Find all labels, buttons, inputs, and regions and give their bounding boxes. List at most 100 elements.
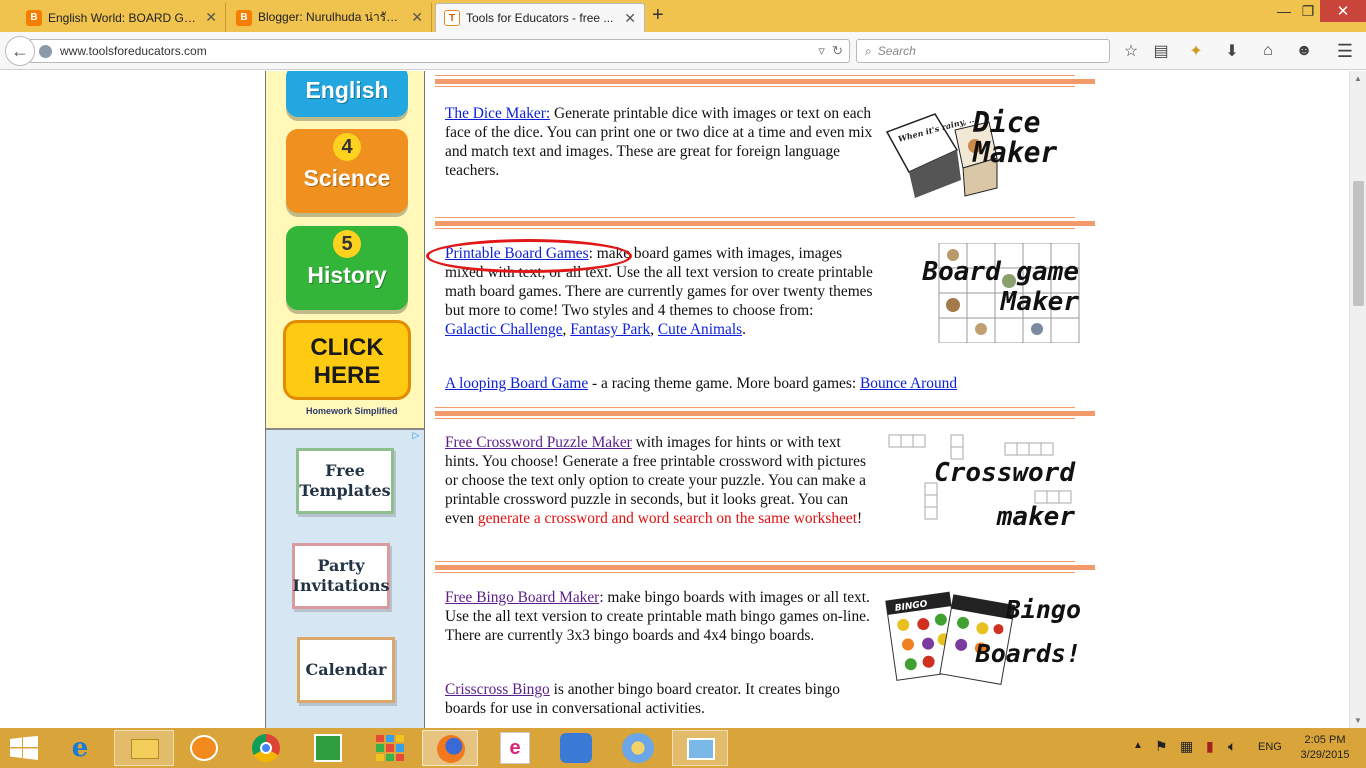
tab-blogger[interactable]: B Blogger: Nurulhuda น่ารักก... ✕ bbox=[228, 3, 432, 32]
templates-ad[interactable]: ▷ Free Templates Party Invitations Calen… bbox=[266, 428, 424, 728]
tab-title: Tools for Educators - free ... bbox=[466, 11, 614, 25]
history-button[interactable]: 5 History bbox=[286, 226, 408, 310]
smart-app-icon[interactable]: e bbox=[500, 732, 530, 764]
clock[interactable]: 2:05 PM 3/29/2015 bbox=[1296, 733, 1354, 763]
section-divider bbox=[435, 561, 1095, 573]
science-button[interactable]: 4 Science bbox=[286, 129, 408, 213]
page-scrollbar[interactable]: ▲ ▼ bbox=[1349, 71, 1366, 728]
clock-date: 3/29/2015 bbox=[1300, 749, 1350, 761]
subject-number: 4 bbox=[333, 133, 361, 161]
crossword-maker-art-title: Crossword maker bbox=[934, 458, 1075, 532]
section-divider bbox=[435, 407, 1095, 419]
section-divider bbox=[435, 75, 1095, 87]
bingo-board-maker-link[interactable]: Free Bingo Board Maker bbox=[445, 589, 599, 606]
network-icon[interactable]: ▦ bbox=[1180, 738, 1193, 755]
subject-number: 5 bbox=[333, 230, 361, 258]
home-icon[interactable]: ⌂ bbox=[1258, 41, 1278, 61]
nav-bar: www.toolsforeducators.com ▿ ↻ ← ⌕ Search… bbox=[0, 32, 1366, 70]
reload-icon[interactable]: ▿ ↻ bbox=[818, 43, 843, 59]
tab-tools-for-educators[interactable]: T Tools for Educators - free ... ✕ bbox=[435, 3, 645, 32]
galactic-challenge-link[interactable]: Galactic Challenge bbox=[445, 321, 563, 338]
language-indicator[interactable]: ENG bbox=[1258, 741, 1282, 753]
menu-icon[interactable]: ☰ bbox=[1335, 41, 1355, 61]
clock-time: 2:05 PM bbox=[1304, 734, 1346, 746]
start-button[interactable] bbox=[10, 736, 38, 760]
cute-animals-link[interactable]: Cute Animals bbox=[658, 321, 742, 338]
crisscross-bingo-link[interactable]: Crisscross Bingo bbox=[445, 681, 550, 698]
crossword-maker-image[interactable]: Crossword maker bbox=[885, 433, 1081, 533]
tab-title: Blogger: Nurulhuda น่ารักก... bbox=[258, 10, 406, 24]
url-text: www.toolsforeducators.com bbox=[60, 44, 207, 58]
web-page: English 4 Science 5 History CLICK HERE H… bbox=[0, 71, 1366, 728]
apps-grid-icon[interactable] bbox=[376, 735, 404, 761]
looping-board-game-link[interactable]: A looping Board Game bbox=[445, 375, 588, 392]
search-input[interactable]: ⌕ Search bbox=[856, 39, 1110, 63]
back-button[interactable]: ← bbox=[5, 36, 35, 66]
tab-title: English World: BOARD GA... bbox=[48, 10, 200, 25]
flag-icon[interactable]: ⚑ bbox=[1155, 738, 1168, 755]
bookmark-star-icon[interactable]: ☆ bbox=[1121, 41, 1141, 61]
new-tab-button[interactable]: + bbox=[652, 5, 664, 25]
crossword-maker-link[interactable]: Free Crossword Puzzle Maker bbox=[445, 434, 632, 451]
bingo-boards-art-title: Bingo Boards! bbox=[975, 595, 1081, 668]
scroll-up-icon[interactable]: ▲ bbox=[1354, 74, 1362, 83]
close-tab-icon[interactable]: ✕ bbox=[624, 10, 636, 27]
reading-list-icon[interactable]: ▤ bbox=[1151, 41, 1171, 61]
paint-bubble-icon[interactable] bbox=[190, 735, 218, 761]
blogger-icon: B bbox=[26, 9, 42, 26]
windows-taskbar: e e ▲ ⚑ ▦ ▮ 🔈︎ ENG 2:05 PM 3/29/2015 bbox=[0, 728, 1366, 768]
dice-maker-link[interactable]: The Dice Maker: bbox=[445, 105, 550, 122]
looping-board-game-line: A looping Board Game - a racing theme ga… bbox=[445, 374, 1085, 393]
paint-brush-icon[interactable] bbox=[622, 733, 654, 763]
firefox-icon[interactable] bbox=[422, 730, 478, 766]
store-icon[interactable] bbox=[314, 734, 342, 762]
extension-icon[interactable]: ✦ bbox=[1186, 41, 1206, 61]
photo-viewer-icon[interactable] bbox=[672, 730, 728, 766]
chat-icon[interactable]: ☻ bbox=[1294, 41, 1314, 61]
english-button[interactable]: English bbox=[286, 71, 408, 117]
party-invitations-button[interactable]: Party Invitations bbox=[292, 543, 390, 609]
battery-icon[interactable]: ▮ bbox=[1206, 738, 1214, 755]
file-explorer-icon[interactable] bbox=[114, 730, 174, 766]
dice-maker-image[interactable]: When it's rainy, ... Dice Maker bbox=[885, 104, 1081, 204]
volume-icon[interactable]: 🔈︎ bbox=[1228, 738, 1236, 755]
bounce-around-link[interactable]: Bounce Around bbox=[860, 375, 957, 392]
ad-choices-icon[interactable]: ▷ bbox=[410, 430, 422, 442]
show-hidden-icons[interactable]: ▲ bbox=[1133, 740, 1143, 751]
fantasy-park-link[interactable]: Fantasy Park bbox=[570, 321, 650, 338]
close-window-button[interactable]: ✕ bbox=[1320, 0, 1366, 22]
subject-label: Science bbox=[303, 165, 391, 191]
windows-logo-icon bbox=[10, 736, 38, 760]
left-ad-column: English 4 Science 5 History CLICK HERE H… bbox=[265, 71, 425, 728]
homework-ad[interactable]: English 4 Science 5 History CLICK HERE H… bbox=[266, 71, 424, 428]
scrollbar-thumb[interactable] bbox=[1353, 181, 1364, 306]
calendar-button[interactable]: Calendar bbox=[297, 637, 395, 703]
looping-description: - a racing theme game. More board games: bbox=[588, 375, 860, 392]
internet-explorer-icon[interactable]: e bbox=[64, 734, 96, 762]
url-bar[interactable]: www.toolsforeducators.com ▿ ↻ bbox=[30, 39, 850, 63]
homework-simplified-logo: Homework Simplified bbox=[306, 406, 398, 416]
download-icon[interactable]: ⬇ bbox=[1222, 41, 1242, 61]
dice-maker-art-title: Dice Maker bbox=[973, 106, 1058, 169]
paint-icon[interactable] bbox=[560, 733, 592, 763]
minimize-button[interactable]: — bbox=[1272, 0, 1296, 22]
click-here-button[interactable]: CLICK HERE bbox=[283, 320, 411, 400]
chrome-icon[interactable] bbox=[252, 734, 280, 762]
subject-label: English bbox=[305, 77, 389, 103]
free-templates-button[interactable]: Free Templates bbox=[296, 448, 394, 514]
highlight-circle bbox=[426, 239, 632, 273]
crossword-wordsearch-note: generate a crossword and word search on … bbox=[477, 510, 857, 527]
close-tab-icon[interactable]: ✕ bbox=[411, 9, 423, 26]
blogger-icon: B bbox=[236, 9, 252, 26]
bingo-boards-image[interactable]: BINGO Bingo Boards! bbox=[885, 586, 1081, 686]
restore-button[interactable]: ❐ bbox=[1296, 0, 1320, 22]
scroll-down-icon[interactable]: ▼ bbox=[1354, 716, 1362, 725]
crossword-end: ! bbox=[856, 510, 863, 527]
close-tab-icon[interactable]: ✕ bbox=[205, 9, 217, 26]
crossword-section: Free Crossword Puzzle Maker with images … bbox=[445, 433, 875, 528]
board-game-maker-image[interactable]: Board game Maker bbox=[885, 242, 1081, 344]
subject-label: History bbox=[307, 262, 387, 288]
tab-english-world[interactable]: B English World: BOARD GA... ✕ bbox=[18, 3, 226, 32]
dice-maker-section: The Dice Maker: Generate printable dice … bbox=[445, 104, 875, 180]
crisscross-bingo-line: Crisscross Bingo is another bingo board … bbox=[445, 680, 875, 718]
